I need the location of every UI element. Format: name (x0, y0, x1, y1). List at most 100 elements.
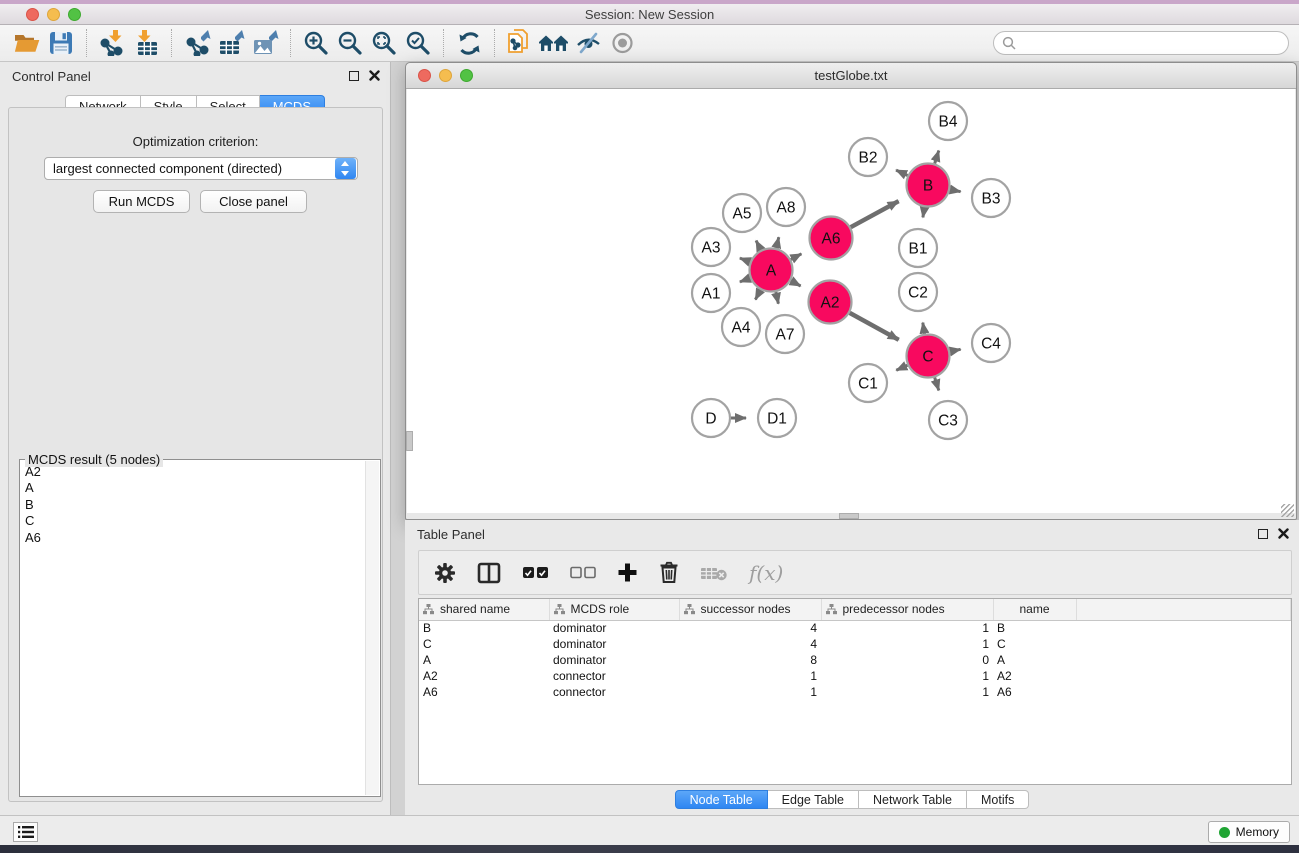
export-network-button[interactable] (180, 27, 214, 59)
edge-A-A6[interactable] (791, 254, 802, 260)
column-header-predecessor-nodes[interactable]: predecessor nodes (821, 599, 993, 620)
column-header-name[interactable]: name (993, 599, 1076, 620)
table-cell[interactable]: dominator (549, 652, 679, 668)
mcds-result-item[interactable]: A6 (25, 530, 364, 546)
canvas-left-grip[interactable] (406, 431, 413, 451)
edge-A-A7[interactable] (776, 292, 779, 304)
edge-A2-C[interactable] (850, 313, 899, 340)
table-cell[interactable]: 1 (679, 668, 821, 684)
table-cell[interactable]: 1 (821, 636, 993, 652)
table-cell[interactable]: A6 (419, 684, 549, 700)
mcds-result-item[interactable]: B (25, 497, 364, 513)
graph-node-B[interactable]: B (907, 164, 950, 207)
edge-C-C2[interactable] (923, 323, 925, 334)
zoom-out-button[interactable] (333, 27, 367, 59)
graph-node-C3[interactable]: C3 (929, 401, 967, 439)
graph-node-C1[interactable]: C1 (849, 364, 887, 402)
save-session-button[interactable] (44, 27, 78, 59)
edge-C-C4[interactable] (950, 349, 961, 351)
edge-B-B1[interactable] (923, 207, 925, 217)
graph-node-A4[interactable]: A4 (722, 308, 760, 346)
graph-node-A6[interactable]: A6 (810, 217, 853, 260)
edge-A-A4[interactable] (755, 290, 760, 300)
table-row[interactable]: A6connector11A6 (419, 684, 1291, 700)
table-cell[interactable]: 0 (821, 652, 993, 668)
select-all-button[interactable] (522, 566, 549, 580)
graph-node-C2[interactable]: C2 (899, 273, 937, 311)
edge-B-B4[interactable] (935, 151, 939, 164)
graph-node-C[interactable]: C (907, 335, 950, 378)
table-row[interactable]: A2connector11A2 (419, 668, 1291, 684)
delete-table-button-disabled[interactable] (700, 564, 728, 582)
table-cell[interactable]: B (419, 620, 549, 636)
tab-network-table[interactable]: Network Table (859, 790, 967, 809)
hide-panel-button[interactable] (571, 27, 605, 59)
table-cell[interactable]: connector (549, 668, 679, 684)
graph-node-B4[interactable]: B4 (929, 102, 967, 140)
table-cell[interactable]: connector (549, 684, 679, 700)
zoom-in-button[interactable] (299, 27, 333, 59)
table-cell[interactable]: 8 (679, 652, 821, 668)
graph-node-B2[interactable]: B2 (849, 138, 887, 176)
float-panel-icon[interactable] (349, 71, 359, 81)
graph-node-A[interactable]: A (750, 249, 793, 292)
window-resize-grip[interactable] (1281, 504, 1294, 517)
edge-C-C1[interactable] (896, 365, 907, 370)
graph-node-A7[interactable]: A7 (766, 315, 804, 353)
edge-A-A8[interactable] (776, 237, 779, 248)
zoom-selected-button[interactable] (401, 27, 435, 59)
task-history-button[interactable] (13, 822, 38, 842)
mcds-result-item[interactable]: A (25, 480, 364, 496)
edge-C-C3[interactable] (935, 378, 939, 391)
function-builder-button-disabled[interactable]: f(x) (749, 561, 783, 585)
table-settings-button[interactable] (434, 562, 456, 584)
network-window-titlebar[interactable]: testGlobe.txt (406, 63, 1296, 89)
edge-B-B2[interactable] (896, 170, 908, 175)
optimization-criterion-select[interactable]: largest connected component (directed) (44, 157, 358, 180)
home-layout-button[interactable] (537, 27, 571, 59)
table-cell[interactable]: A6 (993, 684, 1076, 700)
graph-node-A5[interactable]: A5 (723, 194, 761, 232)
table-cell[interactable]: 4 (679, 620, 821, 636)
graph-node-A1[interactable]: A1 (692, 274, 730, 312)
graph-node-B1[interactable]: B1 (899, 229, 937, 267)
import-network-button[interactable] (95, 27, 129, 59)
tab-motifs[interactable]: Motifs (967, 790, 1029, 809)
table-cell[interactable]: B (993, 620, 1076, 636)
close-table-panel-icon[interactable] (1278, 528, 1289, 539)
show-columns-button[interactable] (477, 562, 501, 584)
table-cell[interactable]: dominator (549, 620, 679, 636)
network-canvas[interactable]: B4B2BB3B1A6A5A8A3AA1A4A7A2C2CC4C1C3DD1 (407, 89, 1295, 513)
zoom-fit-button[interactable] (367, 27, 401, 59)
table-cell[interactable]: 1 (821, 684, 993, 700)
graph-node-A3[interactable]: A3 (692, 228, 730, 266)
tab-edge-table[interactable]: Edge Table (768, 790, 859, 809)
table-cell[interactable]: 1 (679, 684, 821, 700)
run-mcds-button[interactable]: Run MCDS (93, 190, 190, 213)
table-cell[interactable]: A (993, 652, 1076, 668)
refresh-button[interactable] (452, 27, 486, 59)
table-row[interactable]: Bdominator41B (419, 620, 1291, 636)
canvas-bottom-grip[interactable] (839, 513, 859, 519)
mcds-result-item[interactable]: C (25, 513, 364, 529)
column-header-successor-nodes[interactable]: successor nodes (679, 599, 821, 620)
table-cell[interactable]: A (419, 652, 549, 668)
edge-B-B3[interactable] (950, 190, 961, 192)
result-scrollbar[interactable] (365, 461, 379, 795)
edge-A-A1[interactable] (740, 278, 750, 282)
edge-A-A5[interactable] (756, 241, 761, 250)
table-cell[interactable]: 1 (821, 668, 993, 684)
table-row[interactable]: Adominator80A (419, 652, 1291, 668)
edge-A-A2[interactable] (791, 281, 801, 286)
export-image-button[interactable] (248, 27, 282, 59)
table-cell[interactable]: C (993, 636, 1076, 652)
tab-node-table[interactable]: Node Table (675, 790, 768, 809)
table-cell[interactable]: 4 (679, 636, 821, 652)
graph-node-B3[interactable]: B3 (972, 179, 1010, 217)
graph-node-D1[interactable]: D1 (758, 399, 796, 437)
delete-column-button[interactable] (659, 561, 679, 584)
edge-A-A3[interactable] (740, 258, 750, 262)
import-table-button[interactable] (129, 27, 163, 59)
edge-A6-B[interactable] (851, 201, 899, 227)
table-cell[interactable]: A2 (993, 668, 1076, 684)
